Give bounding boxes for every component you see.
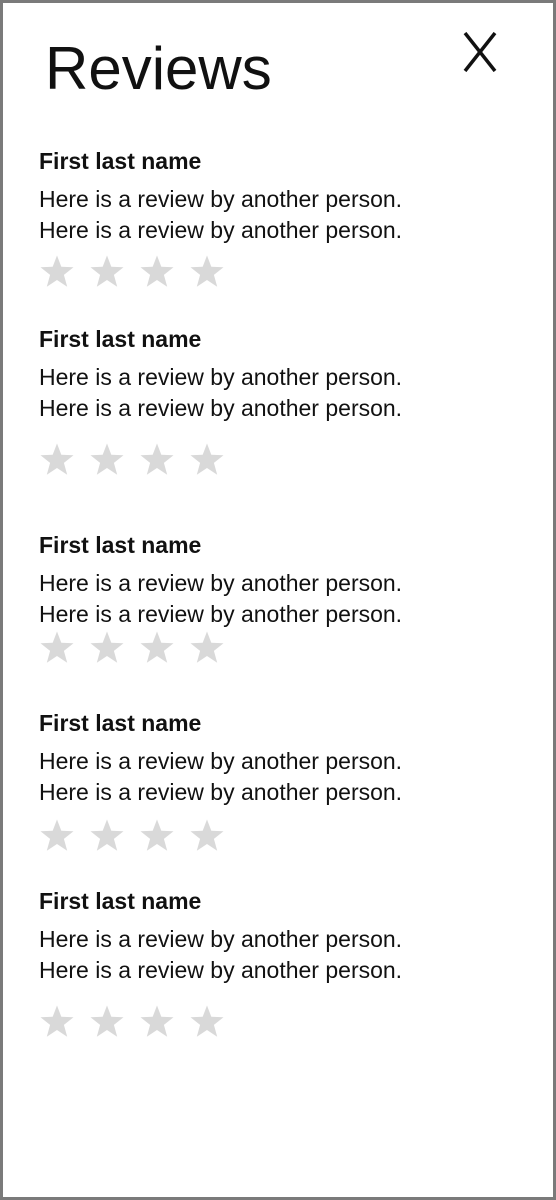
reviewer-name: First last name: [39, 710, 202, 736]
reviews-panel: Reviews First last name Here is a review…: [0, 0, 556, 1200]
close-icon: [463, 32, 497, 72]
review-text: Here is a review by another person. Here…: [39, 568, 519, 630]
star-rating[interactable]: [39, 1004, 225, 1040]
review-text-line: Here is a review by another person.: [39, 186, 403, 212]
star-icon[interactable]: [89, 254, 125, 290]
review-text-line: Here is a review by another person.: [39, 926, 403, 952]
reviewer-name: First last name: [39, 532, 202, 558]
star-icon[interactable]: [89, 630, 125, 666]
review-text-line: Here is a review by another person.: [39, 601, 403, 627]
star-icon[interactable]: [39, 630, 75, 666]
review-text: Here is a review by another person. Here…: [39, 184, 519, 246]
star-icon[interactable]: [39, 254, 75, 290]
star-rating[interactable]: [39, 442, 225, 478]
star-icon[interactable]: [89, 818, 125, 854]
star-icon[interactable]: [139, 818, 175, 854]
star-icon[interactable]: [189, 442, 225, 478]
reviewer-name: First last name: [39, 326, 202, 352]
close-button[interactable]: [449, 21, 511, 83]
star-icon[interactable]: [39, 818, 75, 854]
review-item: First last name Here is a review by anot…: [39, 886, 519, 1037]
review-item: First last name Here is a review by anot…: [39, 146, 519, 287]
star-icon[interactable]: [189, 818, 225, 854]
star-icon[interactable]: [139, 1004, 175, 1040]
review-text-line: Here is a review by another person.: [39, 570, 403, 596]
review-item: First last name Here is a review by anot…: [39, 530, 519, 663]
review-text-line: Here is a review by another person.: [39, 779, 403, 805]
star-icon[interactable]: [139, 254, 175, 290]
star-rating[interactable]: [39, 254, 225, 290]
review-item: First last name Here is a review by anot…: [39, 708, 519, 851]
star-icon[interactable]: [189, 1004, 225, 1040]
review-text-line: Here is a review by another person.: [39, 748, 403, 774]
star-rating[interactable]: [39, 818, 225, 854]
star-icon[interactable]: [89, 1004, 125, 1040]
review-text-line: Here is a review by another person.: [39, 957, 403, 983]
star-icon[interactable]: [39, 1004, 75, 1040]
review-text-line: Here is a review by another person.: [39, 395, 403, 421]
review-item: First last name Here is a review by anot…: [39, 324, 519, 475]
star-icon[interactable]: [189, 630, 225, 666]
star-rating[interactable]: [39, 630, 225, 666]
page-title: Reviews: [45, 35, 272, 102]
star-icon[interactable]: [139, 630, 175, 666]
star-icon[interactable]: [89, 442, 125, 478]
review-text-line: Here is a review by another person.: [39, 364, 403, 390]
review-text: Here is a review by another person. Here…: [39, 924, 519, 986]
review-text: Here is a review by another person. Here…: [39, 362, 519, 424]
star-icon[interactable]: [189, 254, 225, 290]
star-icon[interactable]: [139, 442, 175, 478]
review-text-line: Here is a review by another person.: [39, 217, 403, 243]
review-text: Here is a review by another person. Here…: [39, 746, 519, 808]
reviewer-name: First last name: [39, 148, 202, 174]
star-icon[interactable]: [39, 442, 75, 478]
reviewer-name: First last name: [39, 888, 202, 914]
